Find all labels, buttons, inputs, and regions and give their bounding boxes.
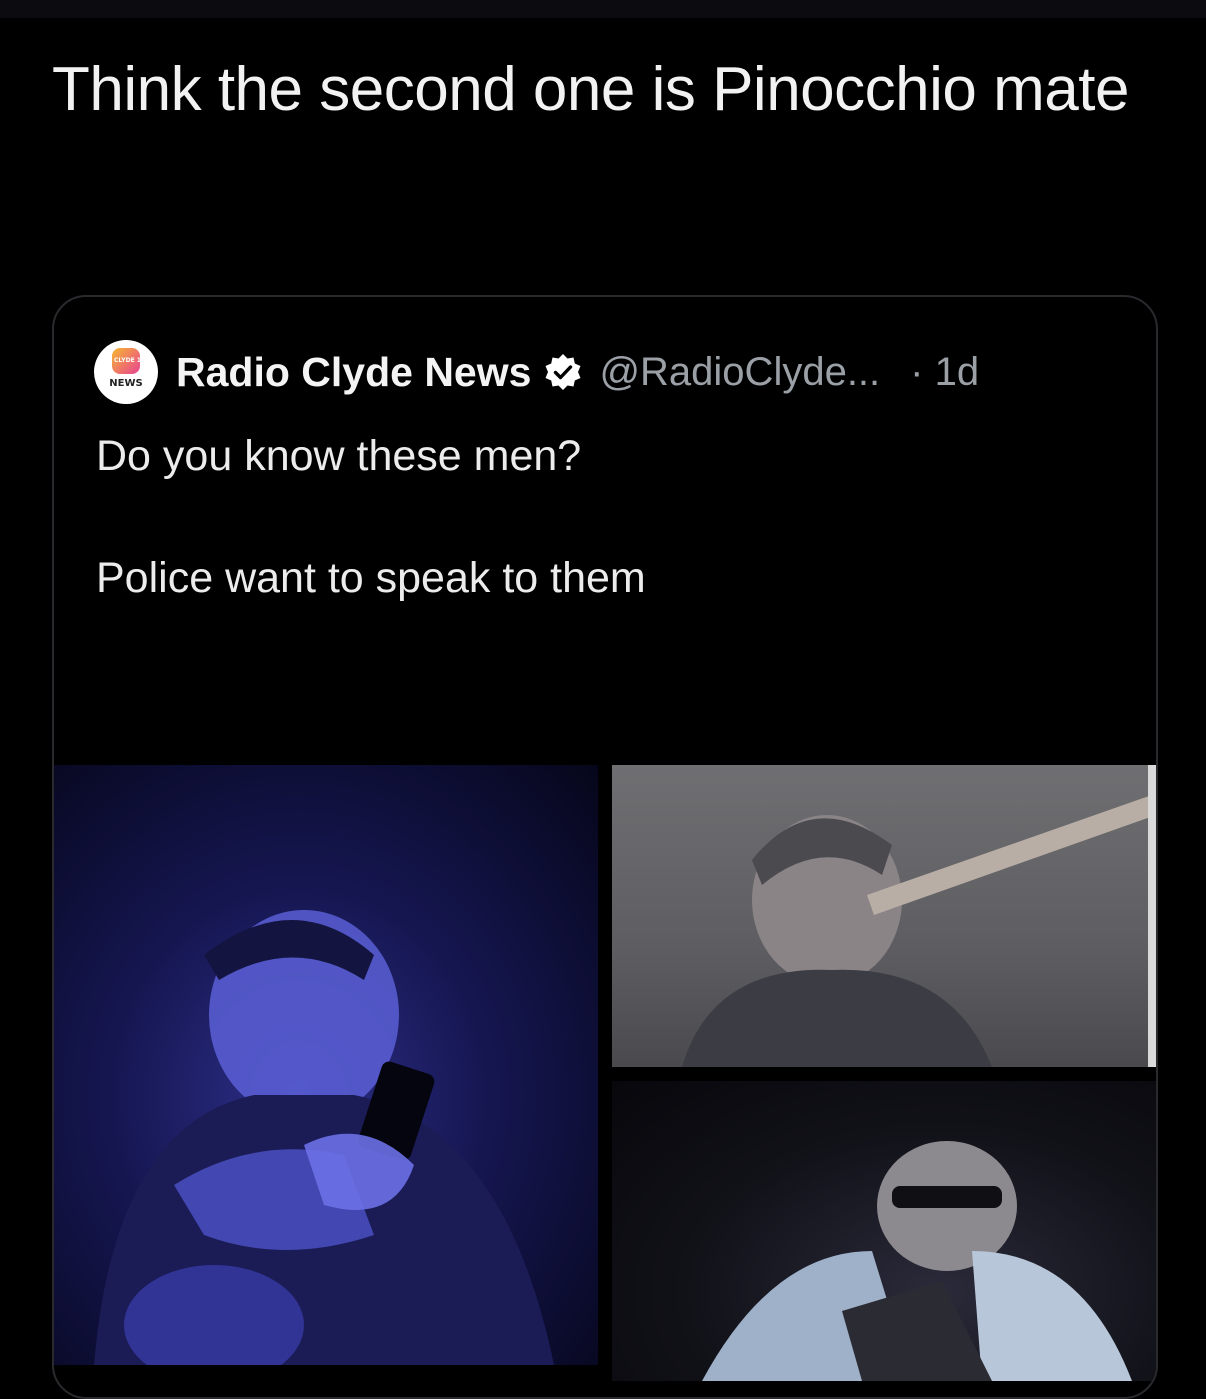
avatar-logo-text: NEWS	[109, 378, 143, 389]
display-name[interactable]: Radio Clyde News	[176, 349, 531, 396]
post-text: Think the second one is Pinocchio mate	[52, 55, 1129, 124]
cctv-photo-man-with-long-nose-art	[682, 765, 1156, 1067]
timestamp[interactable]: · 1d	[910, 350, 979, 395]
quoted-tweet-line-2: Police want to speak to them	[96, 554, 646, 602]
cctv-photo-man-with-glasses-art	[702, 1141, 1132, 1381]
handle[interactable]: @RadioClyde...	[599, 350, 880, 395]
quoted-tweet-card[interactable]: CLYDE 1 NEWS Radio Clyde News @RadioClyd…	[52, 295, 1158, 1399]
cctv-photo-man-with-phone[interactable]	[54, 765, 598, 1365]
status-bar-strip	[0, 0, 1206, 18]
quoted-tweet-line-1: Do you know these men?	[96, 432, 582, 480]
cctv-photo-man-with-glasses[interactable]	[612, 1081, 1156, 1381]
cctv-photo-man-with-phone-art	[94, 910, 554, 1365]
verified-badge-icon	[545, 354, 581, 390]
quoted-tweet-body: Do you know these men? Police want to sp…	[96, 425, 1096, 609]
quoted-tweet-header: CLYDE 1 NEWS Radio Clyde News @RadioClyd…	[94, 339, 979, 405]
avatar[interactable]: CLYDE 1 NEWS	[94, 340, 158, 404]
radio-clyde-logo-icon: CLYDE 1	[112, 348, 141, 374]
cctv-photo-man-with-long-nose[interactable]	[612, 765, 1156, 1067]
media-grid	[54, 765, 1156, 1397]
